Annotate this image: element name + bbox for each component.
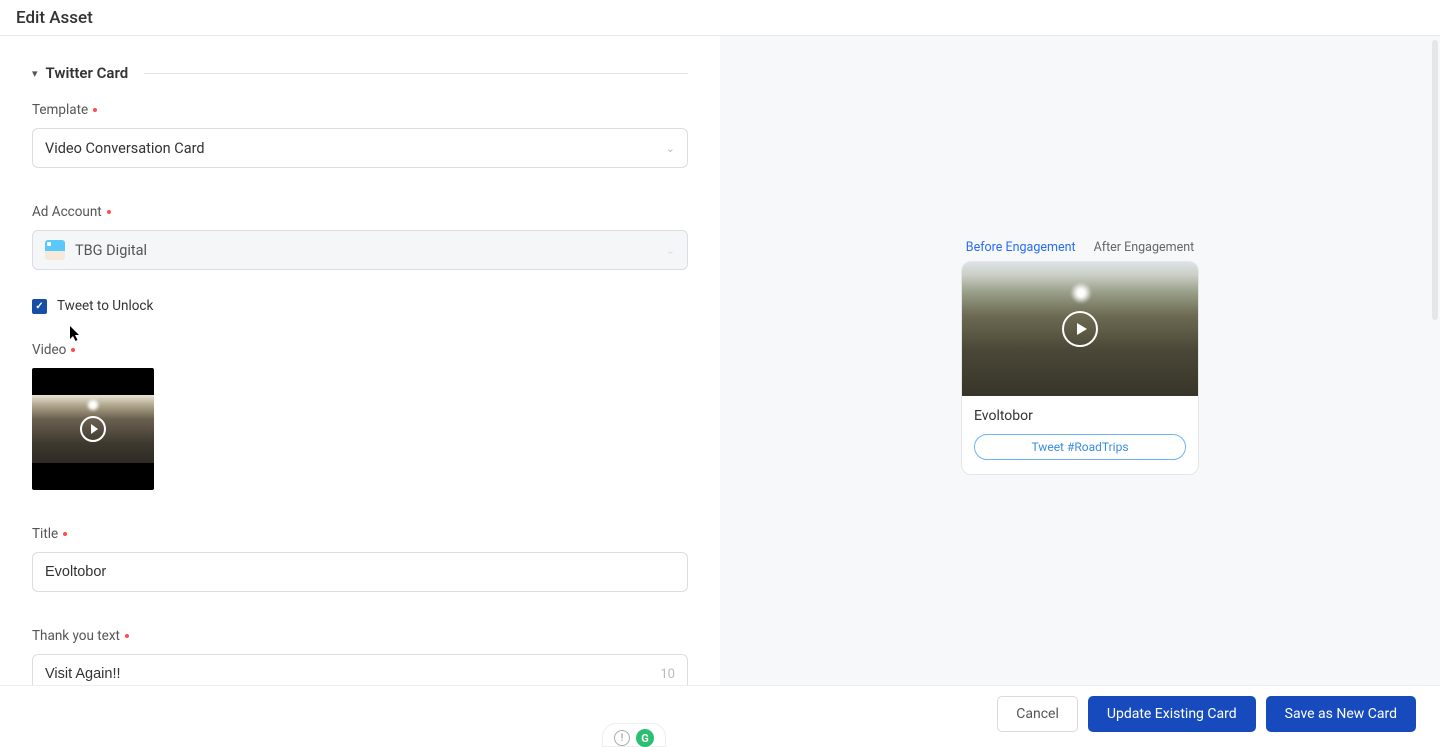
preview-card: Evoltobor Tweet #RoadTrips <box>961 261 1199 475</box>
required-dot <box>63 532 67 536</box>
preview-tabs: Before Engagement After Engagement <box>961 240 1199 255</box>
ad-account-select[interactable]: TBG Digital ⌄ <box>32 230 688 270</box>
ad-account-value: TBG Digital <box>75 242 147 259</box>
video-thumbnail[interactable] <box>32 368 154 490</box>
field-thankyou: Thank you text 10 <box>32 628 688 685</box>
play-icon <box>1062 311 1098 347</box>
preview-pane: Before Engagement After Engagement Evolt… <box>720 36 1440 685</box>
field-tweet-to-unlock: ✓ Tweet to Unlock <box>32 298 688 314</box>
account-avatar-icon <box>45 240 65 260</box>
field-template: Template Video Conversation Card ⌄ <box>32 102 688 168</box>
tab-after-engagement[interactable]: After Engagement <box>1094 240 1195 255</box>
warning-icon: ! <box>614 730 630 746</box>
preview-video-thumb[interactable] <box>962 262 1198 396</box>
chevron-down-icon: ⌄ <box>666 142 675 155</box>
section-title: Twitter Card <box>46 64 129 82</box>
page-title: Edit Asset <box>16 8 1424 28</box>
cancel-button[interactable]: Cancel <box>997 696 1078 732</box>
title-input-wrap <box>32 552 688 592</box>
divider <box>144 73 688 74</box>
thankyou-input[interactable] <box>45 666 660 682</box>
label-title: Title <box>32 526 688 542</box>
label-ad-account: Ad Account <box>32 204 688 220</box>
tab-before-engagement[interactable]: Before Engagement <box>966 240 1076 255</box>
field-video: Video <box>32 342 688 490</box>
tweet-to-unlock-checkbox[interactable]: ✓ <box>32 299 47 314</box>
label-thankyou: Thank you text <box>32 628 688 644</box>
preview-tweet-button[interactable]: Tweet #RoadTrips <box>974 434 1186 460</box>
required-dot <box>93 108 97 112</box>
required-dot <box>125 634 129 638</box>
required-dot <box>71 348 75 352</box>
chevron-down-icon: ▾ <box>32 67 38 80</box>
chevron-down-icon: ⌄ <box>666 244 675 257</box>
template-select-value: Video Conversation Card <box>45 140 205 157</box>
preview-wrapper: Before Engagement After Engagement Evolt… <box>961 240 1199 685</box>
preview-body: Evoltobor Tweet #RoadTrips <box>962 396 1198 474</box>
content-area: ▾ Twitter Card Template Video Conversati… <box>0 36 1440 685</box>
tweet-to-unlock-label: Tweet to Unlock <box>57 298 153 314</box>
grammarly-widget[interactable]: ! G <box>602 723 666 747</box>
field-title: Title <box>32 526 688 592</box>
template-select[interactable]: Video Conversation Card ⌄ <box>32 128 688 168</box>
label-video: Video <box>32 342 688 358</box>
section-header-twitter-card[interactable]: ▾ Twitter Card <box>32 64 688 82</box>
title-input[interactable] <box>45 564 675 580</box>
save-as-new-card-button[interactable]: Save as New Card <box>1266 696 1416 732</box>
page-header: Edit Asset <box>0 0 1440 36</box>
form-pane: ▾ Twitter Card Template Video Conversati… <box>0 36 720 685</box>
field-ad-account: Ad Account TBG Digital ⌄ <box>32 204 688 270</box>
play-icon <box>80 416 106 442</box>
thankyou-counter: 10 <box>660 667 675 682</box>
label-template: Template <box>32 102 688 118</box>
preview-title: Evoltobor <box>974 408 1186 424</box>
thankyou-input-wrap: 10 <box>32 654 688 685</box>
scrollbar[interactable] <box>1432 40 1438 320</box>
grammarly-icon: G <box>636 729 654 747</box>
required-dot <box>107 210 111 214</box>
footer: Cancel Update Existing Card Save as New … <box>0 685 1440 741</box>
update-existing-card-button[interactable]: Update Existing Card <box>1088 696 1256 732</box>
